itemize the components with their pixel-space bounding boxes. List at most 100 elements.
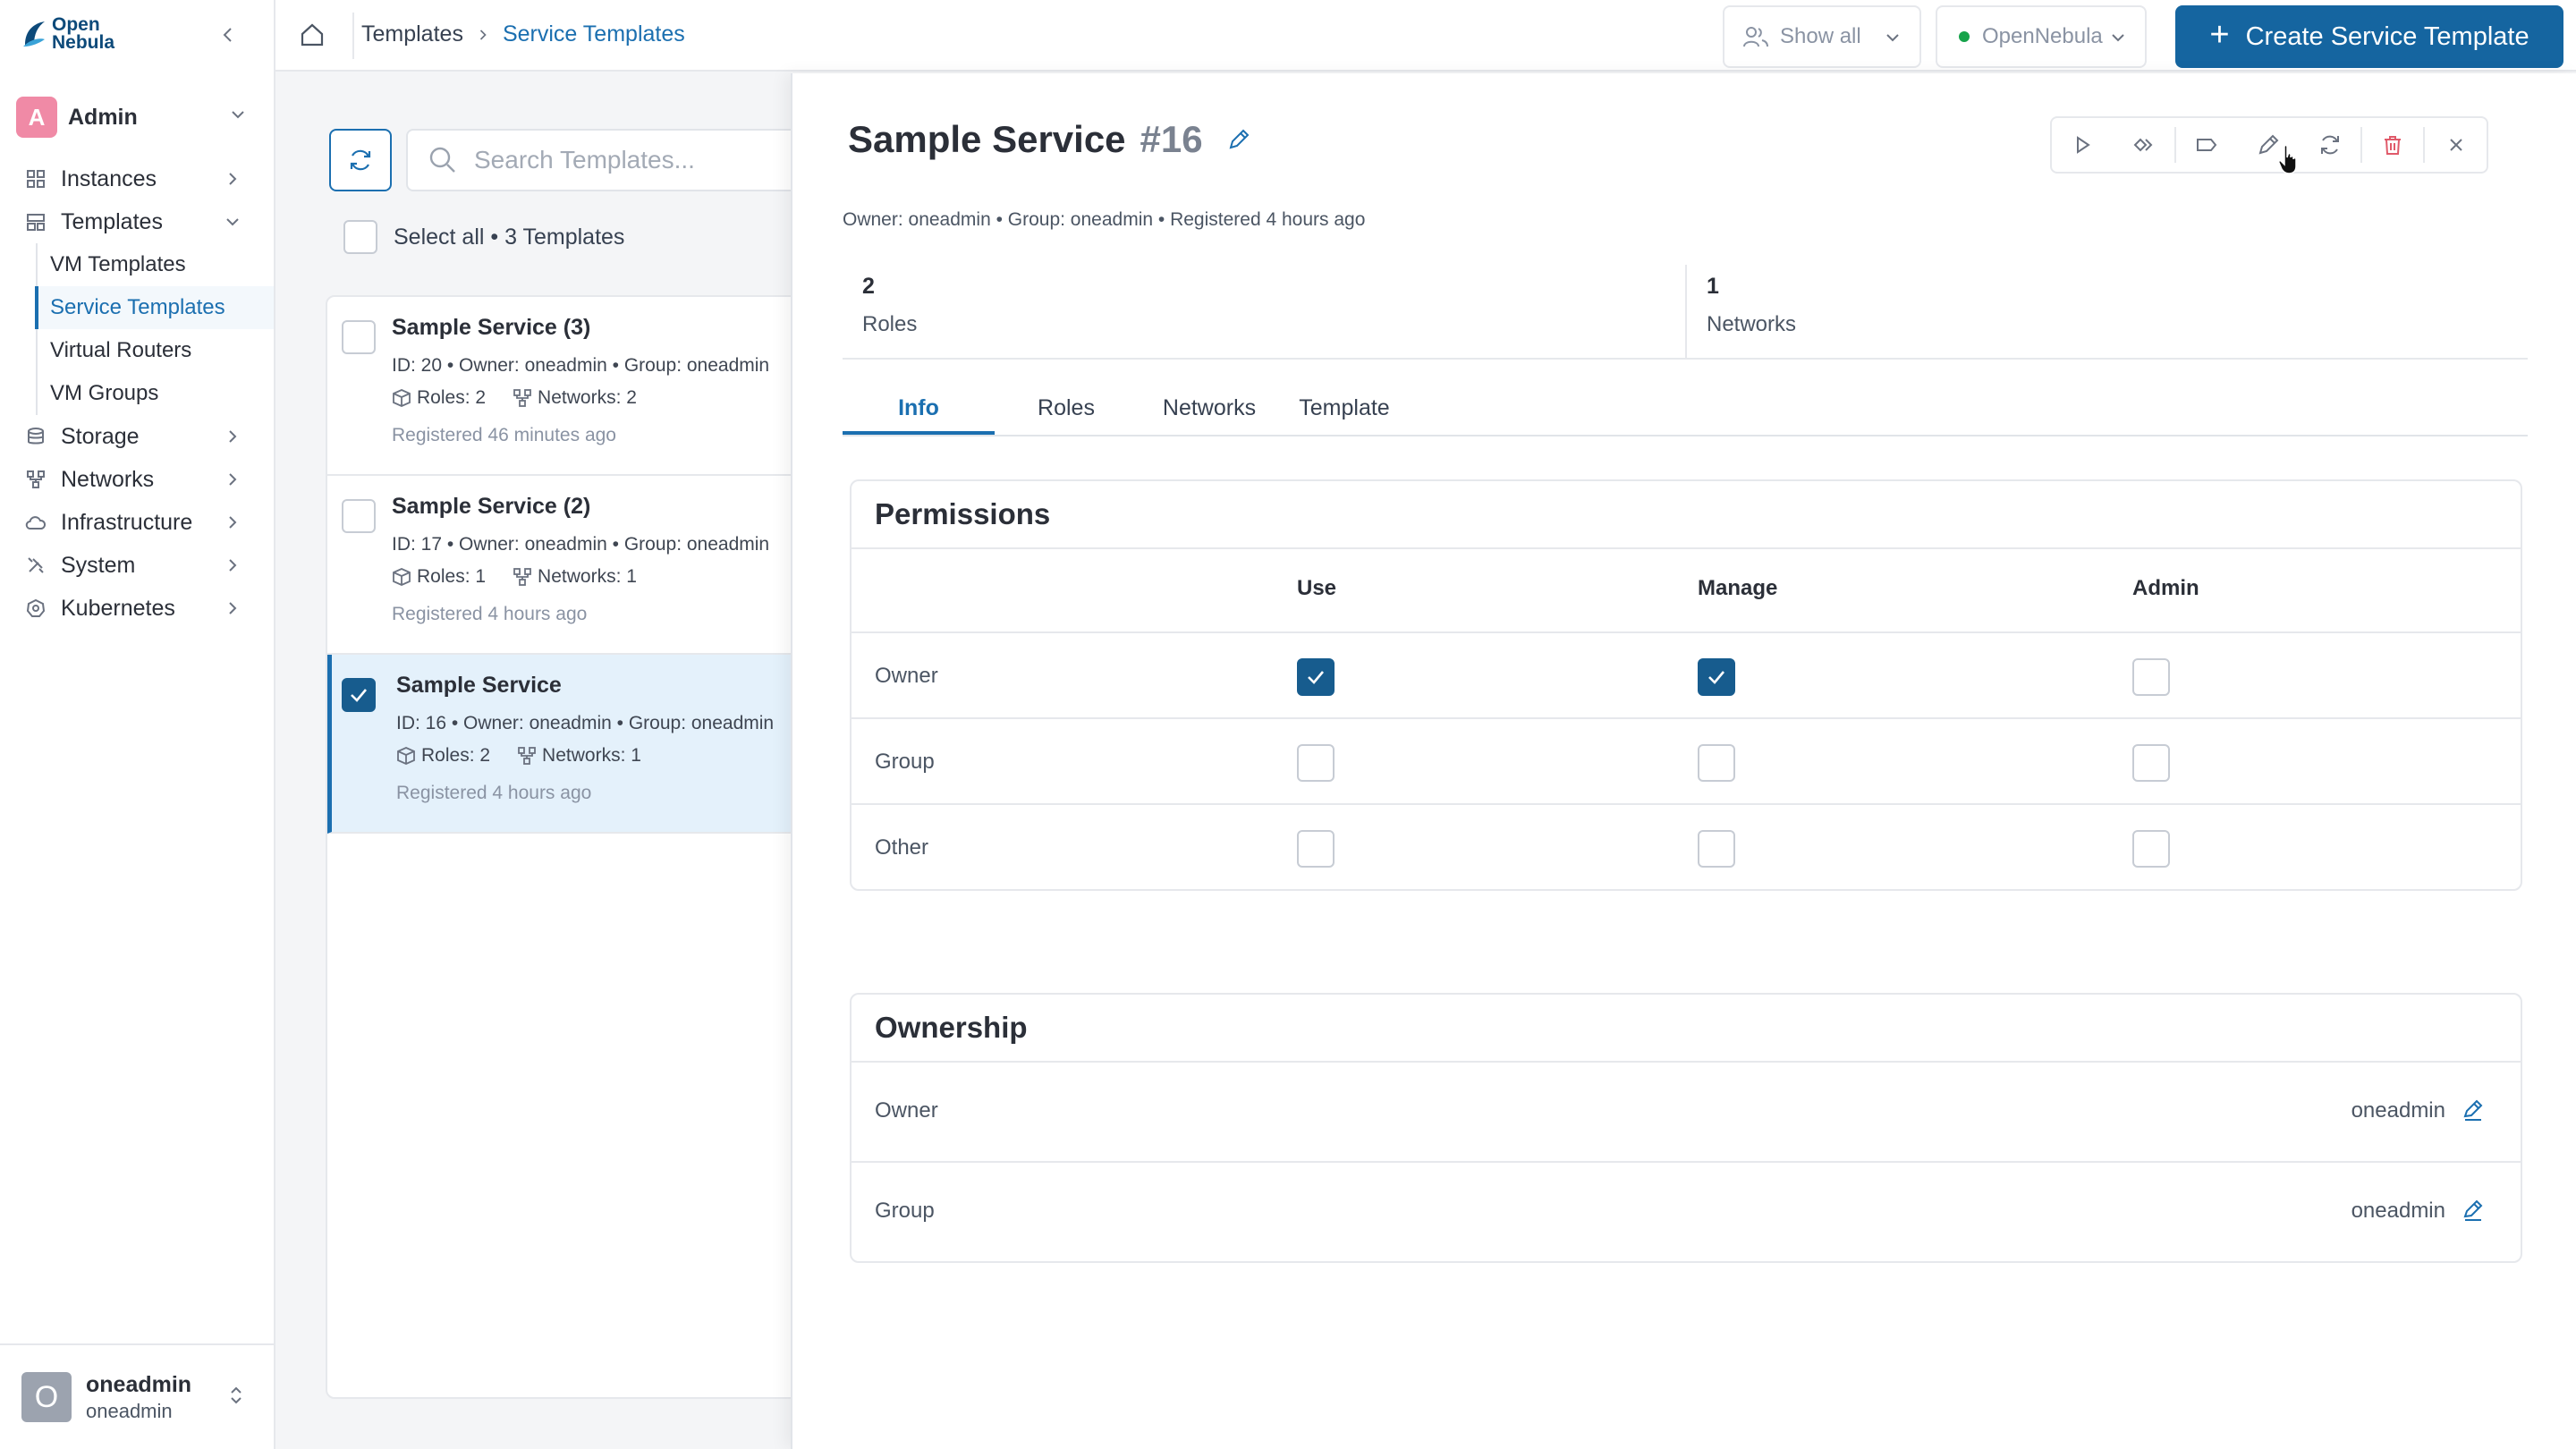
system-icon <box>25 555 47 576</box>
nav-item-kubernetes[interactable]: Kubernetes <box>0 587 274 630</box>
nav-item-storage[interactable]: Storage <box>0 415 274 458</box>
label-button[interactable] <box>2176 118 2238 172</box>
stat-roles: 2 Roles <box>843 265 1685 358</box>
edit-owner-pencil-icon[interactable] <box>2462 1098 2485 1122</box>
owner-admin-checkbox[interactable] <box>2132 658 2170 696</box>
zone-selector-dropdown[interactable]: OpenNebula <box>1936 5 2147 68</box>
tab-networks[interactable]: Networks <box>1138 395 1281 435</box>
nav-item-infrastructure[interactable]: Infrastructure <box>0 501 274 544</box>
other-manage-checkbox[interactable] <box>1698 830 1735 868</box>
detail-action-toolbar <box>2050 116 2488 174</box>
search-icon <box>429 147 455 173</box>
filter-show-all-dropdown[interactable]: Show all <box>1723 5 1921 68</box>
home-icon[interactable] <box>299 21 326 48</box>
nav-label-templates: Templates <box>61 208 163 234</box>
chevron-right-icon <box>229 602 237 614</box>
group-use-checkbox[interactable] <box>1297 744 1335 782</box>
collapse-sidebar-button[interactable] <box>215 20 242 50</box>
close-panel-button[interactable] <box>2425 118 2487 172</box>
owner-manage-checkbox[interactable] <box>1698 658 1735 696</box>
list-item-roles: Roles: 1 <box>417 566 487 587</box>
stat-roles-value: 2 <box>862 274 875 299</box>
group-switcher[interactable]: A Admin <box>16 97 263 138</box>
rename-pencil-icon[interactable] <box>1226 127 1251 152</box>
refresh-list-button[interactable] <box>329 129 392 191</box>
logo-text-line2: Nebula <box>52 32 115 53</box>
opennebula-logo-icon <box>23 21 45 47</box>
summary-stats: 2 Roles 1 Networks <box>843 265 2528 360</box>
select-all-checkbox[interactable] <box>343 220 377 254</box>
chevron-up-down-icon <box>231 1386 242 1404</box>
chevron-right-icon <box>229 173 237 185</box>
column-admin: Admin <box>2132 576 2199 600</box>
breadcrumb: Templates Service Templates <box>361 21 685 47</box>
ownership-row-group: Group oneadmin <box>852 1163 2521 1263</box>
breadcrumb-templates[interactable]: Templates <box>361 21 463 47</box>
list-item-networks: Networks: 1 <box>538 566 637 587</box>
delete-button[interactable] <box>2362 118 2424 172</box>
tab-template[interactable]: Template <box>1288 395 1401 435</box>
close-icon <box>2449 139 2462 151</box>
owner-use-checkbox[interactable] <box>1297 658 1335 696</box>
group-manage-checkbox[interactable] <box>1698 744 1735 782</box>
clone-icon <box>2133 138 2153 152</box>
list-item-checkbox[interactable] <box>342 320 376 354</box>
select-all-control[interactable]: Select all • 3 Templates <box>343 220 624 254</box>
users-icon <box>1743 27 1768 47</box>
ownership-card: Ownership Owner oneadmin Group oneadmin <box>850 993 2522 1263</box>
networks-icon <box>25 469 47 490</box>
nav-item-service-templates[interactable]: Service Templates <box>35 286 274 329</box>
chevron-down-icon <box>232 111 244 119</box>
permission-row-other: Other <box>852 805 2521 891</box>
stat-networks-label: Networks <box>1707 312 1797 336</box>
divider <box>352 13 354 59</box>
nav-item-instances[interactable]: Instances <box>0 157 274 200</box>
refresh-icon <box>350 149 371 171</box>
detail-meta: Owner: oneadmin • Group: oneadmin • Regi… <box>843 209 1366 230</box>
permission-row-owner: Owner <box>852 633 2521 719</box>
row-label: Other <box>875 835 929 860</box>
stat-roles-label: Roles <box>862 312 918 336</box>
check-icon <box>1708 671 1724 684</box>
clone-button[interactable] <box>2114 118 2175 172</box>
tab-roles[interactable]: Roles <box>1004 395 1129 435</box>
roles-icon <box>393 568 411 586</box>
list-item-checkbox[interactable] <box>342 499 376 533</box>
nav-label-storage: Storage <box>61 423 140 449</box>
create-service-template-button[interactable]: + Create Service Template <box>2175 5 2563 68</box>
create-button-label: Create Service Template <box>2245 21 2529 51</box>
chevron-left-icon <box>223 28 232 42</box>
cloud-icon <box>25 512 47 533</box>
nav-item-networks[interactable]: Networks <box>0 458 274 501</box>
other-admin-checkbox[interactable] <box>2132 830 2170 868</box>
refresh-button[interactable] <box>2299 118 2360 172</box>
nav-item-vm-templates[interactable]: VM Templates <box>38 243 274 286</box>
detail-title-name: Sample Service <box>848 118 1126 160</box>
search-input[interactable] <box>474 146 832 174</box>
tab-info[interactable]: Info <box>843 395 995 435</box>
nav-label-instances: Instances <box>61 165 157 191</box>
stat-networks-value: 1 <box>1707 274 1719 299</box>
trash-icon <box>2385 136 2402 155</box>
nav-item-templates[interactable]: Templates <box>0 200 274 243</box>
user-profile-menu[interactable]: O oneadmin oneadmin <box>0 1343 274 1449</box>
opennebula-logo[interactable]: Open Nebula <box>21 14 115 53</box>
owner-value: oneadmin <box>2351 1098 2445 1123</box>
nav-item-vm-groups[interactable]: VM Groups <box>38 372 274 415</box>
instantiate-button[interactable] <box>2052 118 2114 172</box>
plus-icon: + <box>2209 16 2230 54</box>
list-item-checkbox[interactable] <box>342 678 376 712</box>
list-item-roles: Roles: 2 <box>421 745 491 766</box>
row-label: Group <box>875 750 935 774</box>
filter-label: Show all <box>1780 24 1861 48</box>
nav-item-virtual-routers[interactable]: Virtual Routers <box>38 329 274 372</box>
edit-group-pencil-icon[interactable] <box>2462 1199 2485 1222</box>
other-use-checkbox[interactable] <box>1297 830 1335 868</box>
group-admin-checkbox[interactable] <box>2132 744 2170 782</box>
column-use: Use <box>1297 576 1337 600</box>
chevron-right-icon <box>229 430 237 443</box>
refresh-icon <box>2320 135 2339 155</box>
nav-item-system[interactable]: System <box>0 544 274 587</box>
logo-text-line1: Open <box>52 14 100 35</box>
zone-label: OpenNebula <box>1982 24 2103 48</box>
